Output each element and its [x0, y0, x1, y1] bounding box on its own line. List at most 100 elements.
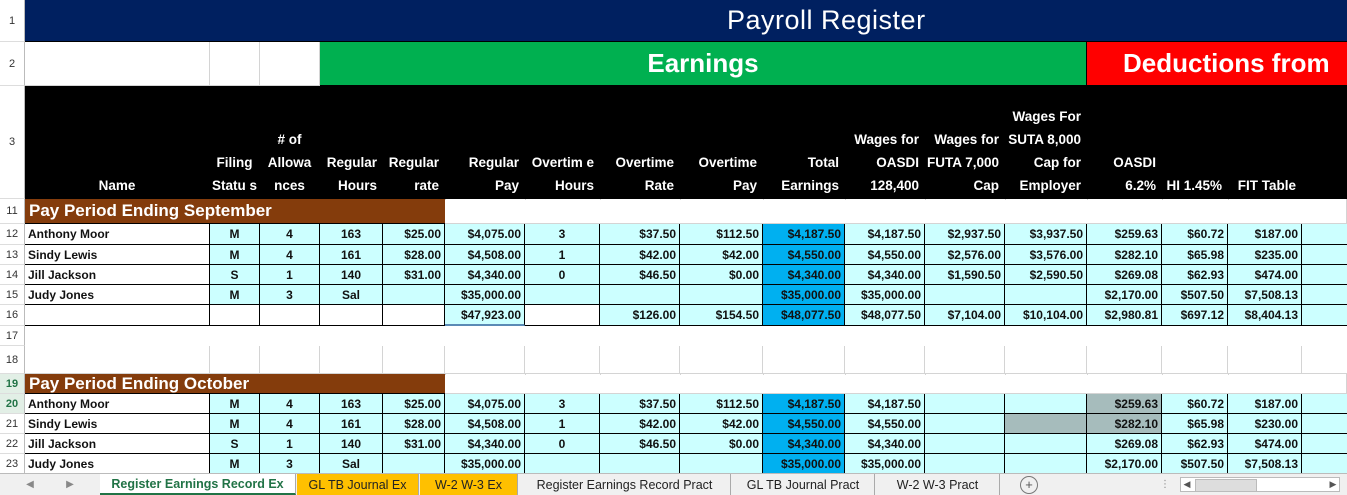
employee-row-cell[interactable]: Anthony Moor	[25, 394, 210, 414]
row-header-20[interactable]: 20	[0, 394, 25, 414]
employee-row-cell[interactable]: 163	[320, 224, 383, 245]
employee-row-cell[interactable]: $282.10	[1087, 414, 1162, 434]
employee-row-cell[interactable]: $1,50	[1302, 454, 1347, 473]
employee-row-cell[interactable]	[1005, 414, 1087, 434]
employee-row-cell[interactable]: $65.98	[1162, 245, 1228, 265]
employee-row-cell[interactable]: $269.08	[1087, 434, 1162, 454]
row-header-3[interactable]: 3	[0, 86, 25, 199]
row-header-13[interactable]: 13	[0, 245, 25, 265]
employee-row-cell[interactable]: $1,16	[1302, 434, 1347, 454]
employee-row-cell[interactable]	[1005, 394, 1087, 414]
employee-row-cell[interactable]: Jill Jackson	[25, 434, 210, 454]
employee-row-cell[interactable]	[383, 285, 445, 305]
employee-row-cell[interactable]	[925, 434, 1005, 454]
employee-row-cell[interactable]	[600, 285, 680, 305]
employee-row-cell[interactable]: $4,550.00	[845, 414, 925, 434]
employee-row-cell[interactable]: Sal	[320, 285, 383, 305]
employee-row-cell[interactable]: 3	[260, 454, 320, 473]
blank-cell[interactable]	[845, 346, 925, 374]
blank-cell[interactable]	[680, 346, 763, 374]
employee-row-cell[interactable]: 0	[525, 434, 600, 454]
total-row-cell[interactable]	[25, 305, 210, 326]
employee-row-cell[interactable]: $230.00	[1228, 414, 1302, 434]
employee-row-cell[interactable]: 4	[260, 414, 320, 434]
total-row-cell[interactable]	[525, 305, 600, 326]
blank-cell[interactable]	[25, 42, 210, 86]
employee-row-cell[interactable]: $42.00	[600, 245, 680, 265]
employee-row-cell[interactable]: M	[210, 245, 260, 265]
employee-row-cell[interactable]	[680, 454, 763, 473]
employee-row-cell[interactable]: 161	[320, 414, 383, 434]
employee-row-cell[interactable]: 4	[260, 224, 320, 245]
employee-row-cell[interactable]	[525, 285, 600, 305]
employee-row-cell[interactable]: Judy Jones	[25, 285, 210, 305]
total-row-cell[interactable]: $697.12	[1162, 305, 1228, 326]
employee-row-cell[interactable]: $7,508.13	[1228, 285, 1302, 305]
total-row-cell[interactable]: $47,923.00	[445, 305, 525, 326]
sheet-tab[interactable]: W-2 W-3 Ex	[420, 474, 518, 495]
employee-row-cell[interactable]: 1	[260, 434, 320, 454]
employee-row-cell[interactable]: $42.00	[680, 414, 763, 434]
employee-row-cell[interactable]: $4,340.00	[763, 434, 845, 454]
row-header-23[interactable]: 23	[0, 454, 25, 473]
employee-row-cell[interactable]: $1,50	[1302, 285, 1347, 305]
employee-row-cell[interactable]: 3	[260, 285, 320, 305]
employee-row-cell[interactable]: $25.00	[383, 224, 445, 245]
employee-row-cell[interactable]	[1005, 285, 1087, 305]
employee-row-cell[interactable]: $60.72	[1162, 224, 1228, 245]
employee-row-cell[interactable]: Sindy Lewis	[25, 245, 210, 265]
blank-cell[interactable]	[1162, 346, 1228, 374]
employee-row-cell[interactable]: Anthony Moor	[25, 224, 210, 245]
employee-row-cell[interactable]: $25.00	[383, 394, 445, 414]
employee-row-cell[interactable]	[680, 285, 763, 305]
employee-row-cell[interactable]: $0.00	[680, 265, 763, 285]
employee-row-cell[interactable]	[925, 285, 1005, 305]
employee-row-cell[interactable]: $31.00	[383, 434, 445, 454]
employee-row-cell[interactable]: 0	[525, 265, 600, 285]
blank-cell[interactable]	[1087, 346, 1162, 374]
employee-row-cell[interactable]: 1	[525, 245, 600, 265]
employee-row-cell[interactable]: 1	[525, 414, 600, 434]
sheet-tab[interactable]: GL TB Journal Ex	[297, 474, 419, 495]
employee-row-cell[interactable]: $187.00	[1228, 394, 1302, 414]
employee-row-cell[interactable]: $62.93	[1162, 265, 1228, 285]
plus-circle-icon[interactable]: +	[1020, 476, 1038, 494]
caret-left-icon[interactable]: ◀	[22, 476, 38, 492]
employee-row-cell[interactable]: 140	[320, 434, 383, 454]
employee-row-cell[interactable]: $4,340.00	[763, 265, 845, 285]
total-row-cell[interactable]: $7,104.00	[925, 305, 1005, 326]
employee-row-cell[interactable]: S	[210, 434, 260, 454]
blank-cell[interactable]	[763, 346, 845, 374]
total-row-cell[interactable]: $2,980.81	[1087, 305, 1162, 326]
blank-cell[interactable]	[210, 346, 260, 374]
employee-row-cell[interactable]: Sal	[320, 454, 383, 473]
employee-row-cell[interactable]: $1,41	[1302, 224, 1347, 245]
blank-cell[interactable]	[210, 42, 260, 86]
employee-row-cell[interactable]: $28.00	[383, 245, 445, 265]
total-row-cell[interactable]: $48,077.50	[845, 305, 925, 326]
total-row-cell[interactable]: $5,50	[1302, 305, 1347, 326]
employee-row-cell[interactable]	[1005, 434, 1087, 454]
employee-row-cell[interactable]: 161	[320, 245, 383, 265]
employee-row-cell[interactable]	[600, 454, 680, 473]
employee-row-cell[interactable]: 4	[260, 394, 320, 414]
employee-row-cell[interactable]: $112.50	[680, 394, 763, 414]
total-row-cell[interactable]: $48,077.50	[763, 305, 845, 326]
employee-row-cell[interactable]: $187.00	[1228, 224, 1302, 245]
employee-row-cell[interactable]: $1,41	[1302, 394, 1347, 414]
scroll-thumb[interactable]	[1195, 479, 1257, 492]
employee-row-cell[interactable]: $60.72	[1162, 394, 1228, 414]
employee-row-cell[interactable]: 1	[260, 265, 320, 285]
employee-row-cell[interactable]: $65.98	[1162, 414, 1228, 434]
employee-row-cell[interactable]: $4,550.00	[845, 245, 925, 265]
row-header-18[interactable]: 18	[0, 346, 25, 374]
more-icon[interactable]: ⋮	[1160, 479, 1170, 490]
employee-row-cell[interactable]: $507.50	[1162, 454, 1228, 473]
employee-row-cell[interactable]: $46.50	[600, 265, 680, 285]
employee-row-cell[interactable]: $4,340.00	[445, 434, 525, 454]
employee-row-cell[interactable]: $4,187.50	[763, 224, 845, 245]
employee-row-cell[interactable]: $1,41	[1302, 245, 1347, 265]
total-row-cell[interactable]	[383, 305, 445, 326]
employee-row-cell[interactable]	[525, 454, 600, 473]
employee-row-cell[interactable]: $3,937.50	[1005, 224, 1087, 245]
